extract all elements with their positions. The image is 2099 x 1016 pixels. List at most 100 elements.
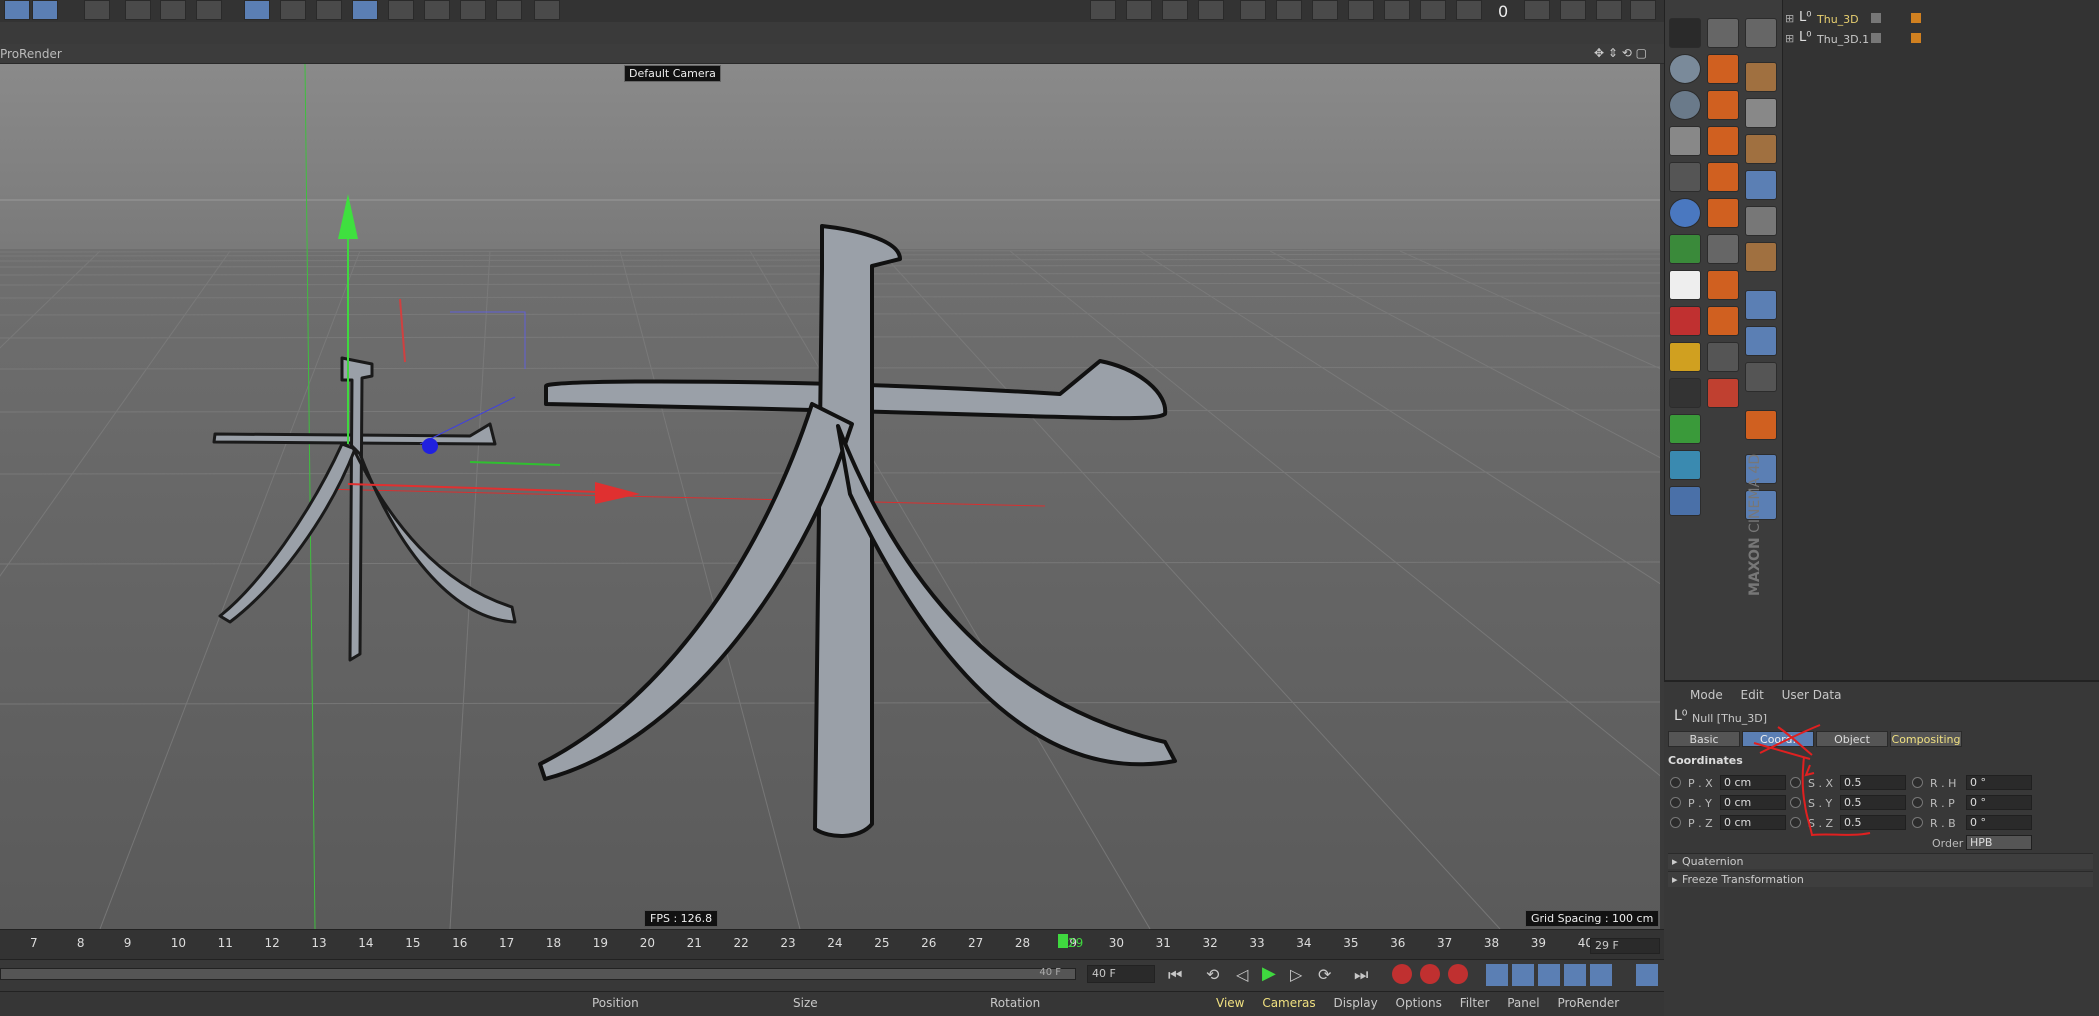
expand-icon[interactable]: ⊞	[1785, 32, 1794, 45]
camera-icon[interactable]	[1669, 306, 1701, 336]
constraint-icon[interactable]	[1707, 162, 1739, 192]
timeline-menu-icon[interactable]	[1636, 964, 1658, 986]
rot-p-radio[interactable]	[1912, 797, 1923, 808]
autokey-icon[interactable]	[1420, 964, 1440, 984]
hierarchy-icon[interactable]	[1707, 306, 1739, 336]
frame-range-slider[interactable]: 40 F	[0, 967, 1076, 980]
coordinate-system-button[interactable]	[84, 0, 110, 20]
object-row[interactable]: ⊞ L⁰ Thu_3D	[1783, 10, 2099, 30]
sun-icon[interactable]	[1669, 342, 1701, 372]
sort-button[interactable]	[1456, 0, 1482, 20]
y-axis-lock-button[interactable]	[4, 0, 30, 20]
help-button[interactable]	[1596, 0, 1622, 20]
menu-prorender[interactable]: ProRender	[1557, 996, 1619, 1010]
display-icon[interactable]	[1669, 270, 1701, 300]
sphere-material-icon[interactable]	[1669, 54, 1701, 84]
tag-icon[interactable]	[1911, 13, 1921, 23]
menu-view[interactable]: View	[1216, 996, 1244, 1010]
cube-icon[interactable]	[1745, 62, 1777, 92]
z-axis-lock-button[interactable]	[32, 0, 58, 20]
go-to-start-icon[interactable]: ⏮	[1168, 965, 1182, 985]
quaternion-section[interactable]: Quaternion	[1668, 853, 2093, 870]
deformer-button[interactable]	[388, 0, 414, 20]
cmotion-icon[interactable]	[1707, 270, 1739, 300]
uv-button[interactable]	[1420, 0, 1446, 20]
pos-y-radio[interactable]	[1670, 797, 1681, 808]
menu-filter[interactable]: Filter	[1460, 996, 1490, 1010]
current-frame-marker[interactable]	[1058, 934, 1068, 948]
mesh-icon[interactable]	[1707, 342, 1739, 372]
loop-icon[interactable]: ⟳	[1318, 965, 1331, 984]
end-frame-field[interactable]: 40 F	[1087, 965, 1155, 983]
rot-b-field[interactable]: 0 °	[1966, 815, 2032, 830]
step-back-icon[interactable]: ⟲	[1206, 965, 1219, 984]
pla-key-icon[interactable]	[1590, 964, 1612, 986]
rot-b-radio[interactable]	[1912, 817, 1923, 828]
scale-key-icon[interactable]	[1512, 964, 1534, 986]
layer-icon[interactable]	[1871, 33, 1881, 43]
cube-blue-icon[interactable]	[1745, 170, 1777, 200]
snap-button[interactable]	[1090, 0, 1116, 20]
quantize-button[interactable]	[1162, 0, 1188, 20]
workplane-button[interactable]	[1126, 0, 1152, 20]
tab-basic[interactable]: Basic	[1668, 731, 1740, 747]
render-settings-button[interactable]	[196, 0, 222, 20]
menu-panel[interactable]: Panel	[1507, 996, 1539, 1010]
cube-orange-icon[interactable]	[1745, 242, 1777, 272]
mix-icon[interactable]	[1669, 162, 1701, 192]
muscle-icon[interactable]	[1707, 234, 1739, 264]
3d-viewport[interactable]	[0, 64, 1660, 929]
floor-button[interactable]	[424, 0, 450, 20]
prev-frame-icon[interactable]: ◁	[1236, 965, 1248, 984]
render-picture-viewer-button[interactable]	[160, 0, 186, 20]
python-button[interactable]	[1560, 0, 1586, 20]
next-frame-icon[interactable]: ▷	[1290, 965, 1302, 984]
cube-object-button[interactable]	[244, 0, 270, 20]
mouse-icon[interactable]	[1745, 326, 1777, 356]
object-row[interactable]: ⊞ L⁰ Thu_3D.1	[1783, 30, 2099, 50]
menu-display[interactable]: Display	[1333, 996, 1377, 1010]
light-button[interactable]	[496, 0, 522, 20]
render-view-button[interactable]	[125, 0, 151, 20]
current-frame-field[interactable]: 29 F	[1590, 938, 1660, 954]
character-icon[interactable]	[1707, 18, 1739, 48]
parameter-key-icon[interactable]	[1564, 964, 1586, 986]
order-select[interactable]: HPB	[1966, 835, 2032, 850]
spline-pen-button[interactable]	[280, 0, 306, 20]
python-console-button[interactable]	[1630, 0, 1656, 20]
joint-icon[interactable]	[1707, 54, 1739, 84]
cube-gray-icon[interactable]	[1745, 206, 1777, 236]
point-button[interactable]	[1348, 0, 1374, 20]
rotation-key-icon[interactable]	[1538, 964, 1560, 986]
hair-button[interactable]	[1198, 0, 1224, 20]
play-icon[interactable]: ▶	[1262, 963, 1276, 984]
axis-icon[interactable]	[1745, 290, 1777, 320]
texture-checker-icon[interactable]	[1745, 98, 1777, 128]
rot-p-field[interactable]: 0 °	[1966, 795, 2032, 810]
layer-icon[interactable]	[1871, 13, 1881, 23]
cycle-icon[interactable]	[1669, 234, 1701, 264]
sculpt-button[interactable]	[1240, 0, 1266, 20]
keyframe-selection-icon[interactable]	[1448, 964, 1468, 984]
edge-button[interactable]	[1312, 0, 1338, 20]
s-icon[interactable]	[1745, 362, 1777, 392]
contrast-icon[interactable]	[1669, 198, 1701, 228]
checker-icon[interactable]	[1669, 126, 1701, 156]
sculpt-brush-icon[interactable]	[1745, 18, 1777, 48]
object-name[interactable]: Thu_3D.1	[1817, 33, 1869, 46]
random-icon[interactable]	[1669, 18, 1701, 48]
camera-button[interactable]	[460, 0, 486, 20]
plane-icon[interactable]	[1745, 134, 1777, 164]
layer-browser-button[interactable]	[534, 0, 560, 20]
ik-chain-icon[interactable]	[1707, 90, 1739, 120]
polygon-button[interactable]	[1276, 0, 1302, 20]
record-keys-icon[interactable]	[1392, 964, 1412, 984]
texture-button[interactable]	[1384, 0, 1410, 20]
rot-h-radio[interactable]	[1912, 777, 1923, 788]
camera-label[interactable]: Default Camera	[624, 65, 721, 82]
render-queue-button[interactable]	[1524, 0, 1550, 20]
cluster-icon[interactable]	[1707, 126, 1739, 156]
go-to-end-icon[interactable]: ⏭	[1354, 965, 1368, 985]
glossy-material-icon[interactable]	[1669, 90, 1701, 120]
weight-icon[interactable]	[1707, 198, 1739, 228]
